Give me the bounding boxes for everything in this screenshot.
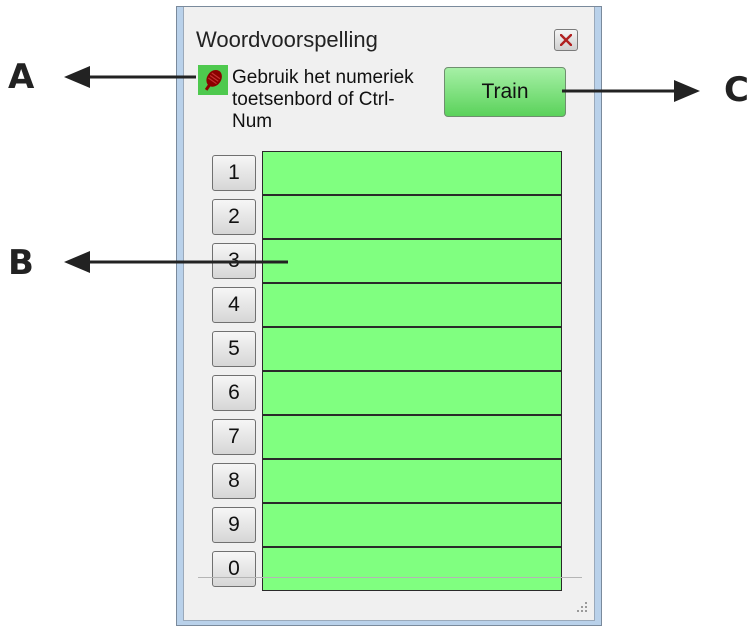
prediction-cell[interactable] bbox=[262, 371, 562, 415]
prediction-row: 1 bbox=[212, 151, 564, 195]
prediction-row: 4 bbox=[212, 283, 564, 327]
close-button[interactable] bbox=[554, 29, 578, 51]
number-key-button[interactable]: 7 bbox=[212, 419, 256, 455]
prediction-cell[interactable] bbox=[262, 195, 562, 239]
status-bar bbox=[184, 597, 594, 619]
window-title: Woordvoorspelling bbox=[196, 27, 378, 52]
prediction-cell[interactable] bbox=[262, 503, 562, 547]
prediction-cell[interactable] bbox=[262, 415, 562, 459]
prediction-cell[interactable] bbox=[262, 459, 562, 503]
callout-arrowhead-b bbox=[64, 251, 90, 273]
prediction-row: 0 bbox=[212, 547, 564, 591]
prediction-row: 8 bbox=[212, 459, 564, 503]
prediction-cell[interactable] bbox=[262, 283, 562, 327]
title-bar[interactable]: Woordvoorspelling bbox=[184, 7, 594, 59]
microphone-icon bbox=[204, 69, 222, 91]
callout-arrowhead-a bbox=[64, 66, 90, 88]
window-client-area: Woordvoorspelling Gebruik het numeriek t… bbox=[183, 7, 595, 621]
prediction-row: 5 bbox=[212, 327, 564, 371]
number-key-button[interactable]: 9 bbox=[212, 507, 256, 543]
number-key-button[interactable]: 0 bbox=[212, 551, 256, 587]
number-key-button[interactable]: 3 bbox=[212, 243, 256, 279]
number-key-button[interactable]: 1 bbox=[212, 155, 256, 191]
hint-text: Gebruik het numeriek toetsenbord of Ctrl… bbox=[232, 67, 414, 132]
word-prediction-window: Woordvoorspelling Gebruik het numeriek t… bbox=[176, 6, 602, 626]
prediction-row: 9 bbox=[212, 503, 564, 547]
number-key-button[interactable]: 4 bbox=[212, 287, 256, 323]
callout-label-a: A bbox=[8, 57, 35, 97]
close-icon bbox=[560, 34, 572, 46]
prediction-row: 6 bbox=[212, 371, 564, 415]
prediction-list: 1 2 3 4 5 6 7 8 9 0 bbox=[212, 151, 564, 591]
prediction-cell[interactable] bbox=[262, 239, 562, 283]
callout-arrowhead-c bbox=[674, 80, 700, 102]
number-key-button[interactable]: 8 bbox=[212, 463, 256, 499]
number-key-button[interactable]: 2 bbox=[212, 199, 256, 235]
prediction-cell[interactable] bbox=[262, 327, 562, 371]
resize-grip-icon[interactable] bbox=[574, 599, 588, 613]
prediction-row: 7 bbox=[212, 415, 564, 459]
callout-label-c: C bbox=[724, 70, 749, 110]
callout-label-b: B bbox=[8, 243, 34, 283]
prediction-cell[interactable] bbox=[262, 547, 562, 591]
prediction-row: 3 bbox=[212, 239, 564, 283]
train-button[interactable]: Train bbox=[444, 67, 566, 117]
prediction-cell[interactable] bbox=[262, 151, 562, 195]
number-key-button[interactable]: 6 bbox=[212, 375, 256, 411]
divider bbox=[198, 577, 582, 578]
microphone-button[interactable] bbox=[198, 65, 228, 95]
number-key-button[interactable]: 5 bbox=[212, 331, 256, 367]
prediction-row: 2 bbox=[212, 195, 564, 239]
